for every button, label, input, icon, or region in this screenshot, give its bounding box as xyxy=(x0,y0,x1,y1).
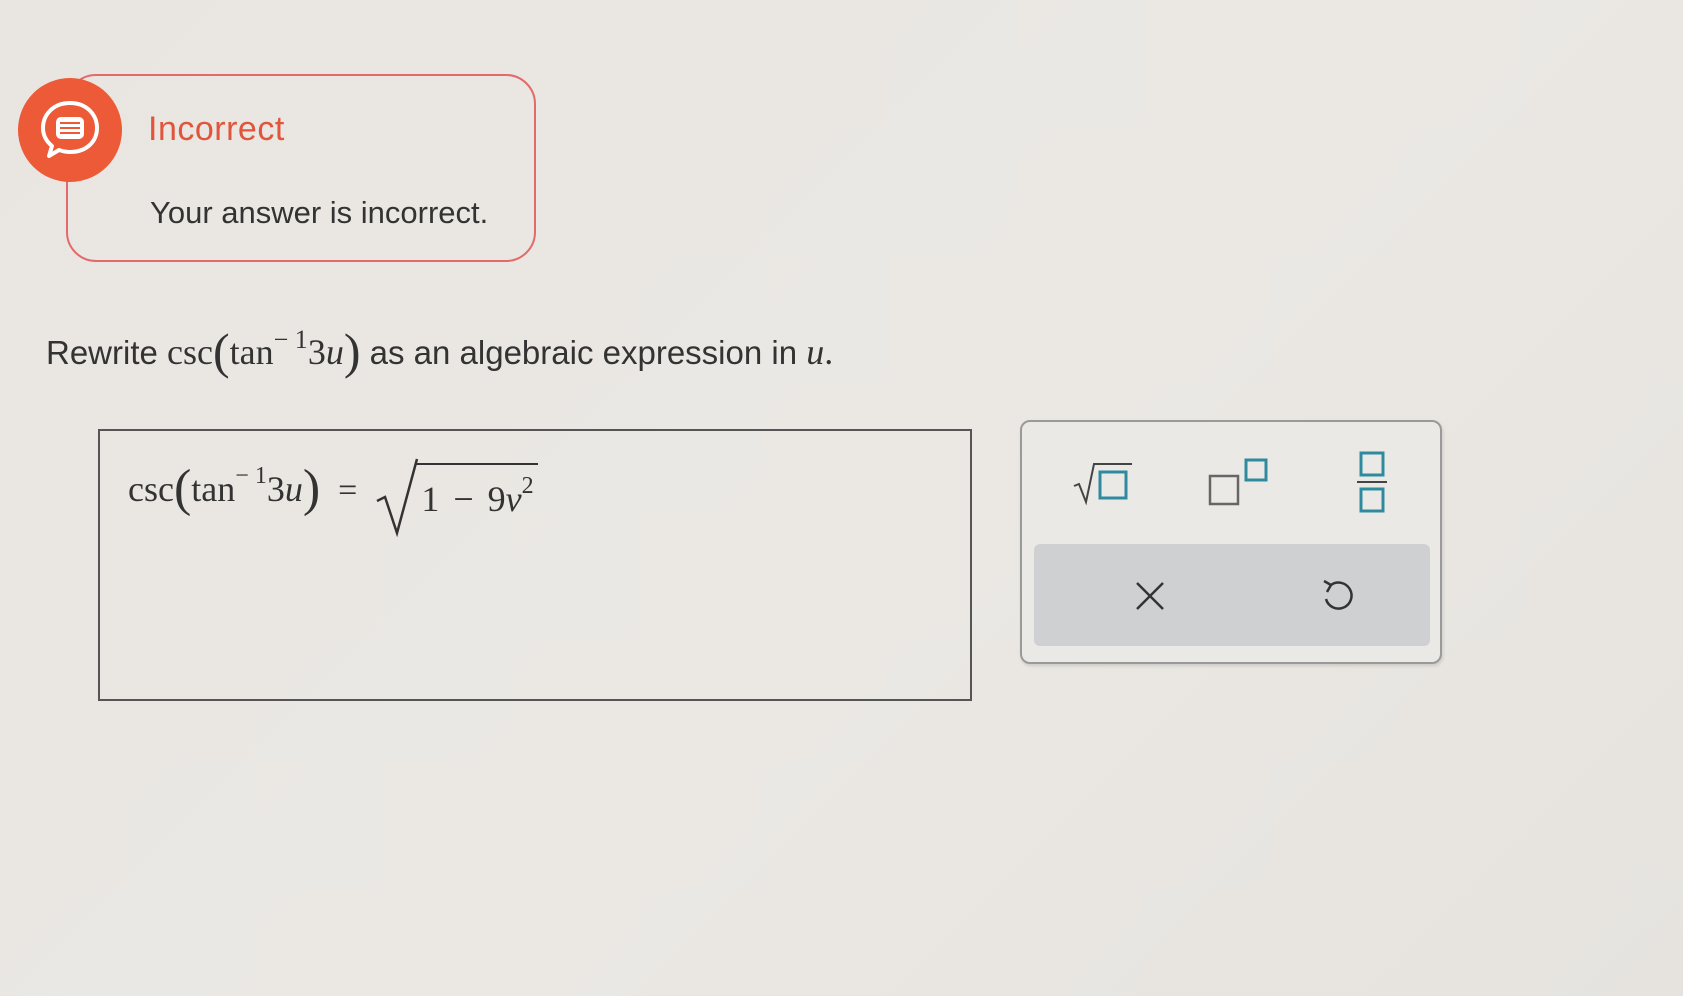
sqrt-button[interactable] xyxy=(1062,450,1142,514)
answer-coef: 3 xyxy=(266,469,285,509)
feedback-message: Your answer is incorrect. xyxy=(150,195,489,230)
question-var: u xyxy=(806,332,825,372)
question-text: Rewrite csc(tan− 13u) as an algebraic ex… xyxy=(46,322,833,380)
chat-bubble-icon xyxy=(18,78,122,182)
answer-var: u xyxy=(284,469,303,509)
feedback-status: Incorrect xyxy=(148,110,285,148)
radical-sign-icon xyxy=(376,458,419,537)
radicand-one: 1 xyxy=(421,479,440,519)
question-arg-var: u xyxy=(325,332,344,372)
fraction-icon xyxy=(1357,451,1387,513)
question-coef: 3 xyxy=(307,332,326,372)
answer-inner-func: tan xyxy=(191,469,236,509)
radicand: 1−9v2 xyxy=(415,463,538,520)
radical: 1−9v2 xyxy=(375,458,538,537)
question-func: csc xyxy=(167,332,213,372)
question-suffix: as an algebraic expression in xyxy=(369,334,798,371)
answer-inner-exp: − 1 xyxy=(235,463,267,489)
clear-button[interactable] xyxy=(1118,566,1182,626)
clear-icon xyxy=(1136,582,1164,610)
question-prefix: Rewrite xyxy=(46,334,158,371)
radicand-coef: 9 xyxy=(487,479,506,519)
radicand-minus: − xyxy=(453,479,474,519)
radicand-var: v xyxy=(505,479,522,519)
radicand-exp: 2 xyxy=(521,473,534,499)
feedback-card xyxy=(66,74,536,262)
answer-open-paren: ( xyxy=(173,460,192,517)
undo-icon xyxy=(1323,579,1353,610)
equals-sign: = xyxy=(338,472,358,509)
keypad-action-bar xyxy=(1034,544,1430,646)
superscript-icon xyxy=(1208,458,1268,506)
math-keypad xyxy=(1020,420,1442,664)
sqrt-icon xyxy=(1073,463,1132,506)
answer-expression[interactable]: csc(tan− 13u) = 1−9v2 xyxy=(128,458,538,537)
fraction-button[interactable] xyxy=(1342,444,1402,520)
question-inner-func: tan xyxy=(229,332,274,372)
close-paren: ) xyxy=(343,323,361,379)
undo-button[interactable] xyxy=(1306,564,1370,626)
question-inner-exp: − 1 xyxy=(273,325,308,354)
answer-func: csc xyxy=(128,469,174,509)
answer-close-paren: ) xyxy=(302,460,321,517)
open-paren: ( xyxy=(213,323,230,379)
question-end: . xyxy=(824,332,834,372)
answer-input[interactable]: csc(tan− 13u) = 1−9v2 xyxy=(98,429,972,701)
superscript-button[interactable] xyxy=(1198,450,1278,514)
